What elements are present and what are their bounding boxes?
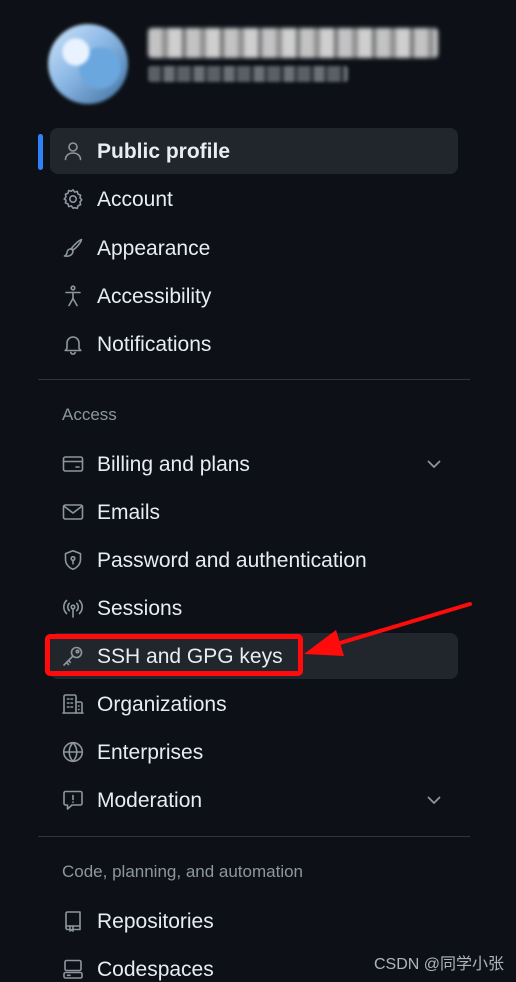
menu-item-enterprises[interactable]: Enterprises bbox=[50, 729, 458, 775]
organization-icon bbox=[61, 692, 85, 716]
menu-label: SSH and GPG keys bbox=[97, 645, 283, 668]
menu-label: Notifications bbox=[97, 333, 212, 356]
codespaces-icon bbox=[61, 957, 85, 981]
menu-label: Sessions bbox=[97, 597, 183, 620]
menu-item-repositories[interactable]: Repositories bbox=[50, 898, 458, 944]
chevron-down-icon[interactable] bbox=[424, 454, 444, 474]
broadcast-icon bbox=[61, 596, 85, 620]
user-name-redacted bbox=[148, 28, 438, 58]
menu-item-password-authentication[interactable]: Password and authentication bbox=[50, 537, 458, 583]
menu-label: Appearance bbox=[97, 237, 211, 260]
menu-item-appearance[interactable]: Appearance bbox=[50, 225, 458, 271]
paintbrush-icon bbox=[61, 236, 85, 260]
person-icon bbox=[61, 139, 85, 163]
menu-label: Emails bbox=[97, 501, 161, 524]
section-heading-access: Access bbox=[62, 405, 117, 424]
menu-label: Organizations bbox=[97, 693, 227, 716]
gear-icon bbox=[61, 187, 85, 211]
key-icon bbox=[61, 644, 85, 668]
menu-item-billing[interactable]: Billing and plans bbox=[50, 441, 458, 487]
globe-icon bbox=[61, 740, 85, 764]
shield-lock-icon bbox=[61, 548, 85, 572]
menu-label: Billing and plans bbox=[97, 453, 250, 476]
bell-icon bbox=[61, 332, 85, 356]
menu-item-notifications[interactable]: Notifications bbox=[50, 321, 458, 367]
menu-label: Password and authentication bbox=[97, 549, 367, 572]
credit-card-icon bbox=[61, 452, 85, 476]
menu-label: Accessibility bbox=[97, 285, 212, 308]
menu-label: Repositories bbox=[97, 910, 214, 933]
menu-item-accessibility[interactable]: Accessibility bbox=[50, 273, 458, 319]
watermark: CSDN @同学小张 bbox=[373, 956, 504, 973]
section-heading-code: Code, planning, and automation bbox=[62, 862, 304, 881]
section-divider bbox=[38, 379, 470, 380]
menu-label: Moderation bbox=[97, 789, 203, 812]
accessibility-icon bbox=[61, 284, 85, 308]
menu-item-account[interactable]: Account bbox=[50, 176, 458, 222]
menu-item-public-profile[interactable]: Public profile bbox=[50, 128, 458, 174]
avatar[interactable] bbox=[48, 24, 128, 104]
menu-item-organizations[interactable]: Organizations bbox=[50, 681, 458, 727]
mail-icon bbox=[61, 500, 85, 524]
menu-item-ssh-gpg-keys[interactable]: SSH and GPG keys bbox=[50, 633, 458, 679]
menu-label: Enterprises bbox=[97, 741, 204, 764]
menu-label: Account bbox=[97, 188, 173, 211]
menu-label: Codespaces bbox=[97, 958, 214, 981]
menu-item-emails[interactable]: Emails bbox=[50, 489, 458, 535]
section-divider bbox=[38, 836, 470, 837]
menu-item-moderation[interactable]: Moderation bbox=[50, 777, 458, 823]
menu-label: Public profile bbox=[97, 140, 231, 163]
user-subtitle-redacted bbox=[148, 66, 348, 82]
menu-item-sessions[interactable]: Sessions bbox=[50, 585, 458, 631]
chevron-down-icon[interactable] bbox=[424, 790, 444, 810]
repo-icon bbox=[61, 909, 85, 933]
active-indicator bbox=[38, 134, 43, 170]
report-icon bbox=[61, 788, 85, 812]
